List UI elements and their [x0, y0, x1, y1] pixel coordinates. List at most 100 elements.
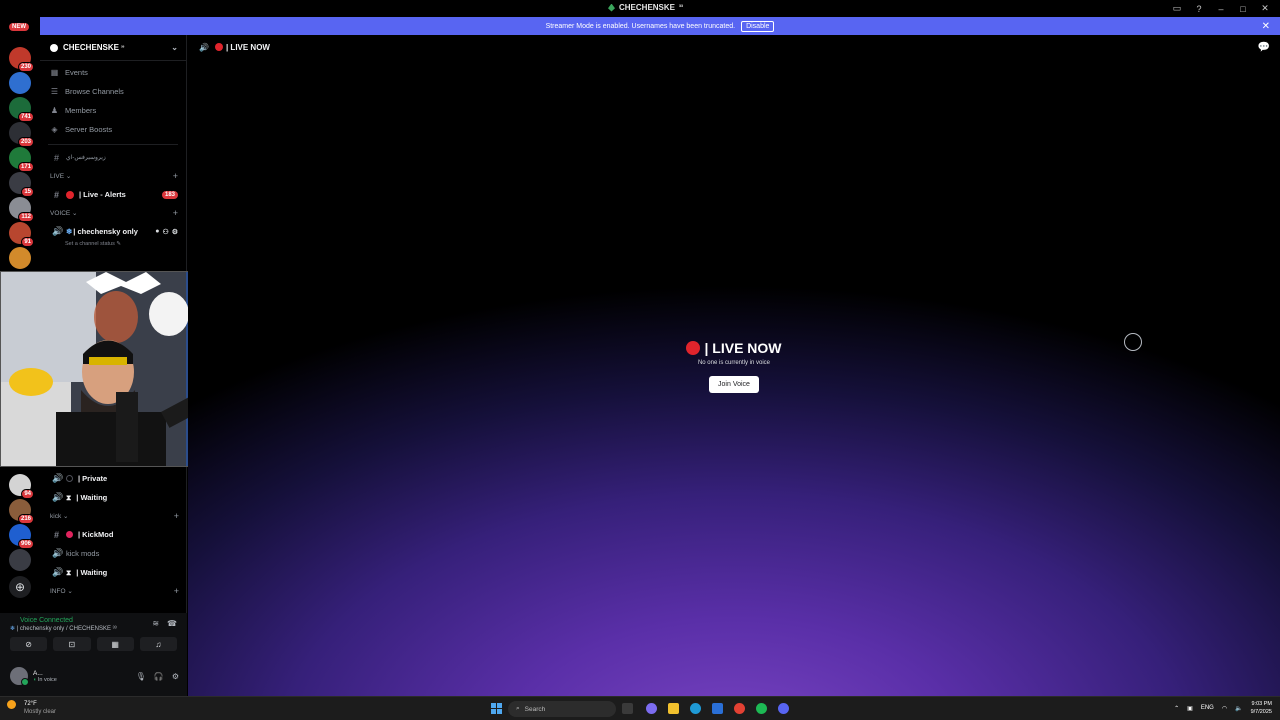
- channel-arabic[interactable]: # زيروسيرفس-اي: [40, 148, 186, 167]
- server-icon[interactable]: [9, 72, 31, 94]
- server-icon[interactable]: 15: [9, 172, 34, 197]
- channel-label: kick mods: [66, 549, 100, 558]
- invite-icon[interactable]: ⚇: [162, 228, 168, 236]
- folder-icon[interactable]: [668, 703, 679, 714]
- add-channel-icon[interactable]: +: [173, 208, 178, 218]
- channel-private[interactable]: 🔊 | Private: [40, 469, 187, 488]
- server-badge: 15: [21, 187, 34, 197]
- chat-bubble-icon[interactable]: ●: [155, 228, 159, 236]
- disconnect-icon[interactable]: ☎: [167, 619, 177, 628]
- server-icon[interactable]: 906: [9, 524, 34, 549]
- chevron-down-icon: ⌄: [65, 588, 73, 595]
- server-icon[interactable]: 91: [9, 222, 34, 247]
- copilot-icon[interactable]: [646, 703, 657, 714]
- camera-button[interactable]: ⊘: [10, 637, 48, 651]
- discord-icon[interactable]: [778, 703, 789, 714]
- avatar[interactable]: [10, 667, 29, 686]
- banner-message: Streamer Mode is enabled. Usernames have…: [545, 22, 736, 30]
- hourglass-icon: ⧗: [66, 492, 72, 502]
- channel-kickmod[interactable]: # | KickMod: [40, 525, 187, 544]
- server-badge: 94: [21, 489, 34, 499]
- screen-share-button[interactable]: ⊡: [53, 637, 91, 651]
- section-info[interactable]: INFO ⌄ +: [40, 582, 187, 600]
- gear-icon[interactable]: ⚙: [172, 672, 179, 681]
- server-icon[interactable]: 230: [9, 47, 34, 72]
- weather-condition: Mostly clear: [24, 709, 57, 715]
- mic-icon[interactable]: 🎙: [136, 672, 146, 681]
- section-live[interactable]: LIVE ⌄ +: [40, 167, 186, 185]
- add-server-button[interactable]: ⊕: [9, 576, 31, 598]
- server-icon[interactable]: 203: [9, 122, 34, 147]
- spotify-icon[interactable]: [756, 703, 767, 714]
- server-badge: 112: [18, 212, 34, 222]
- help-icon[interactable]: ?: [1190, 4, 1208, 14]
- ring-icon: [66, 475, 73, 482]
- add-channel-icon[interactable]: +: [174, 586, 179, 596]
- tray-app-icon[interactable]: ▣: [1187, 705, 1193, 712]
- channel-waiting[interactable]: 🔊 ⧗ | Waiting: [40, 488, 187, 507]
- new-badge: NEW: [9, 23, 29, 31]
- center-subtitle: No one is currently in voice: [697, 360, 771, 366]
- add-channel-icon[interactable]: +: [174, 511, 179, 521]
- lang-indicator[interactable]: ENG: [1201, 705, 1214, 711]
- nav-item-events[interactable]: ▦ Events: [40, 63, 186, 82]
- taskbar-search[interactable]: ⌕ Search: [508, 701, 616, 717]
- noise-suppression-icon[interactable]: ≋: [152, 619, 159, 628]
- nav-item-members[interactable]: ♟ Members: [40, 101, 186, 120]
- pencil-icon: ✎: [116, 241, 121, 247]
- speaker-icon: 🔊: [52, 226, 64, 236]
- headphones-icon[interactable]: 🎧: [154, 672, 164, 681]
- nav-item-server-boosts[interactable]: ◈ Server Boosts: [40, 120, 186, 139]
- channel-live-alerts[interactable]: # | Live - Alerts 183: [40, 185, 186, 204]
- search-placeholder: Search: [524, 705, 546, 713]
- maximize-button[interactable]: □: [1234, 4, 1252, 14]
- channel-kick-waiting[interactable]: 🔊 ⧗ | Waiting: [40, 563, 187, 582]
- center-title: | LIVE NOW: [704, 340, 782, 356]
- clock[interactable]: 9:03 PM 9/7/2025: [1251, 700, 1272, 716]
- join-voice-button[interactable]: Join Voice: [709, 376, 759, 393]
- channel-chechensky-only[interactable]: 🔊 ❄ | chechensky only ● ⚇ ⚙: [40, 222, 186, 241]
- server-header[interactable]: CHECHENSKE ³³ ⌄: [40, 35, 186, 61]
- edge-icon[interactable]: [690, 703, 701, 714]
- server-icon[interactable]: 112: [9, 197, 34, 222]
- user-info[interactable]: A... ◖ In voice: [33, 670, 57, 683]
- soundboard-icon: ♫: [155, 639, 162, 649]
- volume-icon[interactable]: 🔈: [1235, 705, 1242, 712]
- live-dot-icon: [66, 190, 74, 199]
- server-icon[interactable]: 171: [9, 147, 34, 172]
- channel-status-prompt[interactable]: Set a channel status ✎: [40, 241, 186, 251]
- server-icon[interactable]: 216: [9, 499, 34, 524]
- server-icon[interactable]: [9, 549, 31, 571]
- window-title-text: CHECHENSKE: [619, 3, 676, 12]
- weather-widget[interactable]: 72°F Mostly clear: [7, 700, 57, 716]
- file-explorer-icon[interactable]: [622, 703, 633, 714]
- inbox-icon[interactable]: ▭: [1168, 3, 1186, 14]
- soundboard-button[interactable]: ♫: [139, 637, 177, 651]
- minimize-button[interactable]: –: [1212, 4, 1230, 14]
- plus-circle-icon: ⊕: [14, 580, 26, 594]
- server-icon[interactable]: 94: [9, 474, 34, 499]
- channel-kick-mods[interactable]: 🔊 kick mods: [40, 544, 187, 563]
- chrome-icon[interactable]: [734, 703, 745, 714]
- activities-button[interactable]: ▦: [96, 637, 134, 651]
- add-channel-icon[interactable]: +: [173, 171, 178, 181]
- server-icon[interactable]: [9, 247, 31, 269]
- calendar-icon: ▦: [50, 68, 59, 77]
- user-name: A...: [33, 669, 43, 677]
- store-icon[interactable]: [712, 703, 723, 714]
- wifi-icon[interactable]: ◠: [1222, 705, 1227, 712]
- section-voice[interactable]: VOICE ⌄ +: [40, 204, 186, 222]
- members-icon: ♟: [50, 106, 59, 115]
- close-window-button[interactable]: ✕: [1256, 3, 1274, 14]
- disable-streamer-button[interactable]: Disable: [741, 20, 775, 32]
- server-icon[interactable]: 741: [9, 97, 34, 122]
- section-kick[interactable]: kick ⌄ +: [40, 507, 187, 525]
- start-button[interactable]: [491, 703, 502, 714]
- clock-date: 9/7/2025: [1250, 709, 1272, 715]
- cursor-ring-icon: [1124, 333, 1142, 351]
- gear-icon[interactable]: ⚙: [172, 228, 178, 236]
- chevron-up-icon[interactable]: ⌃: [1174, 705, 1179, 712]
- chat-bubble-icon[interactable]: 💬: [1258, 42, 1270, 53]
- nav-item-browse-channels[interactable]: ☰ Browse Channels: [40, 82, 186, 101]
- close-icon[interactable]: ✕: [1262, 21, 1270, 32]
